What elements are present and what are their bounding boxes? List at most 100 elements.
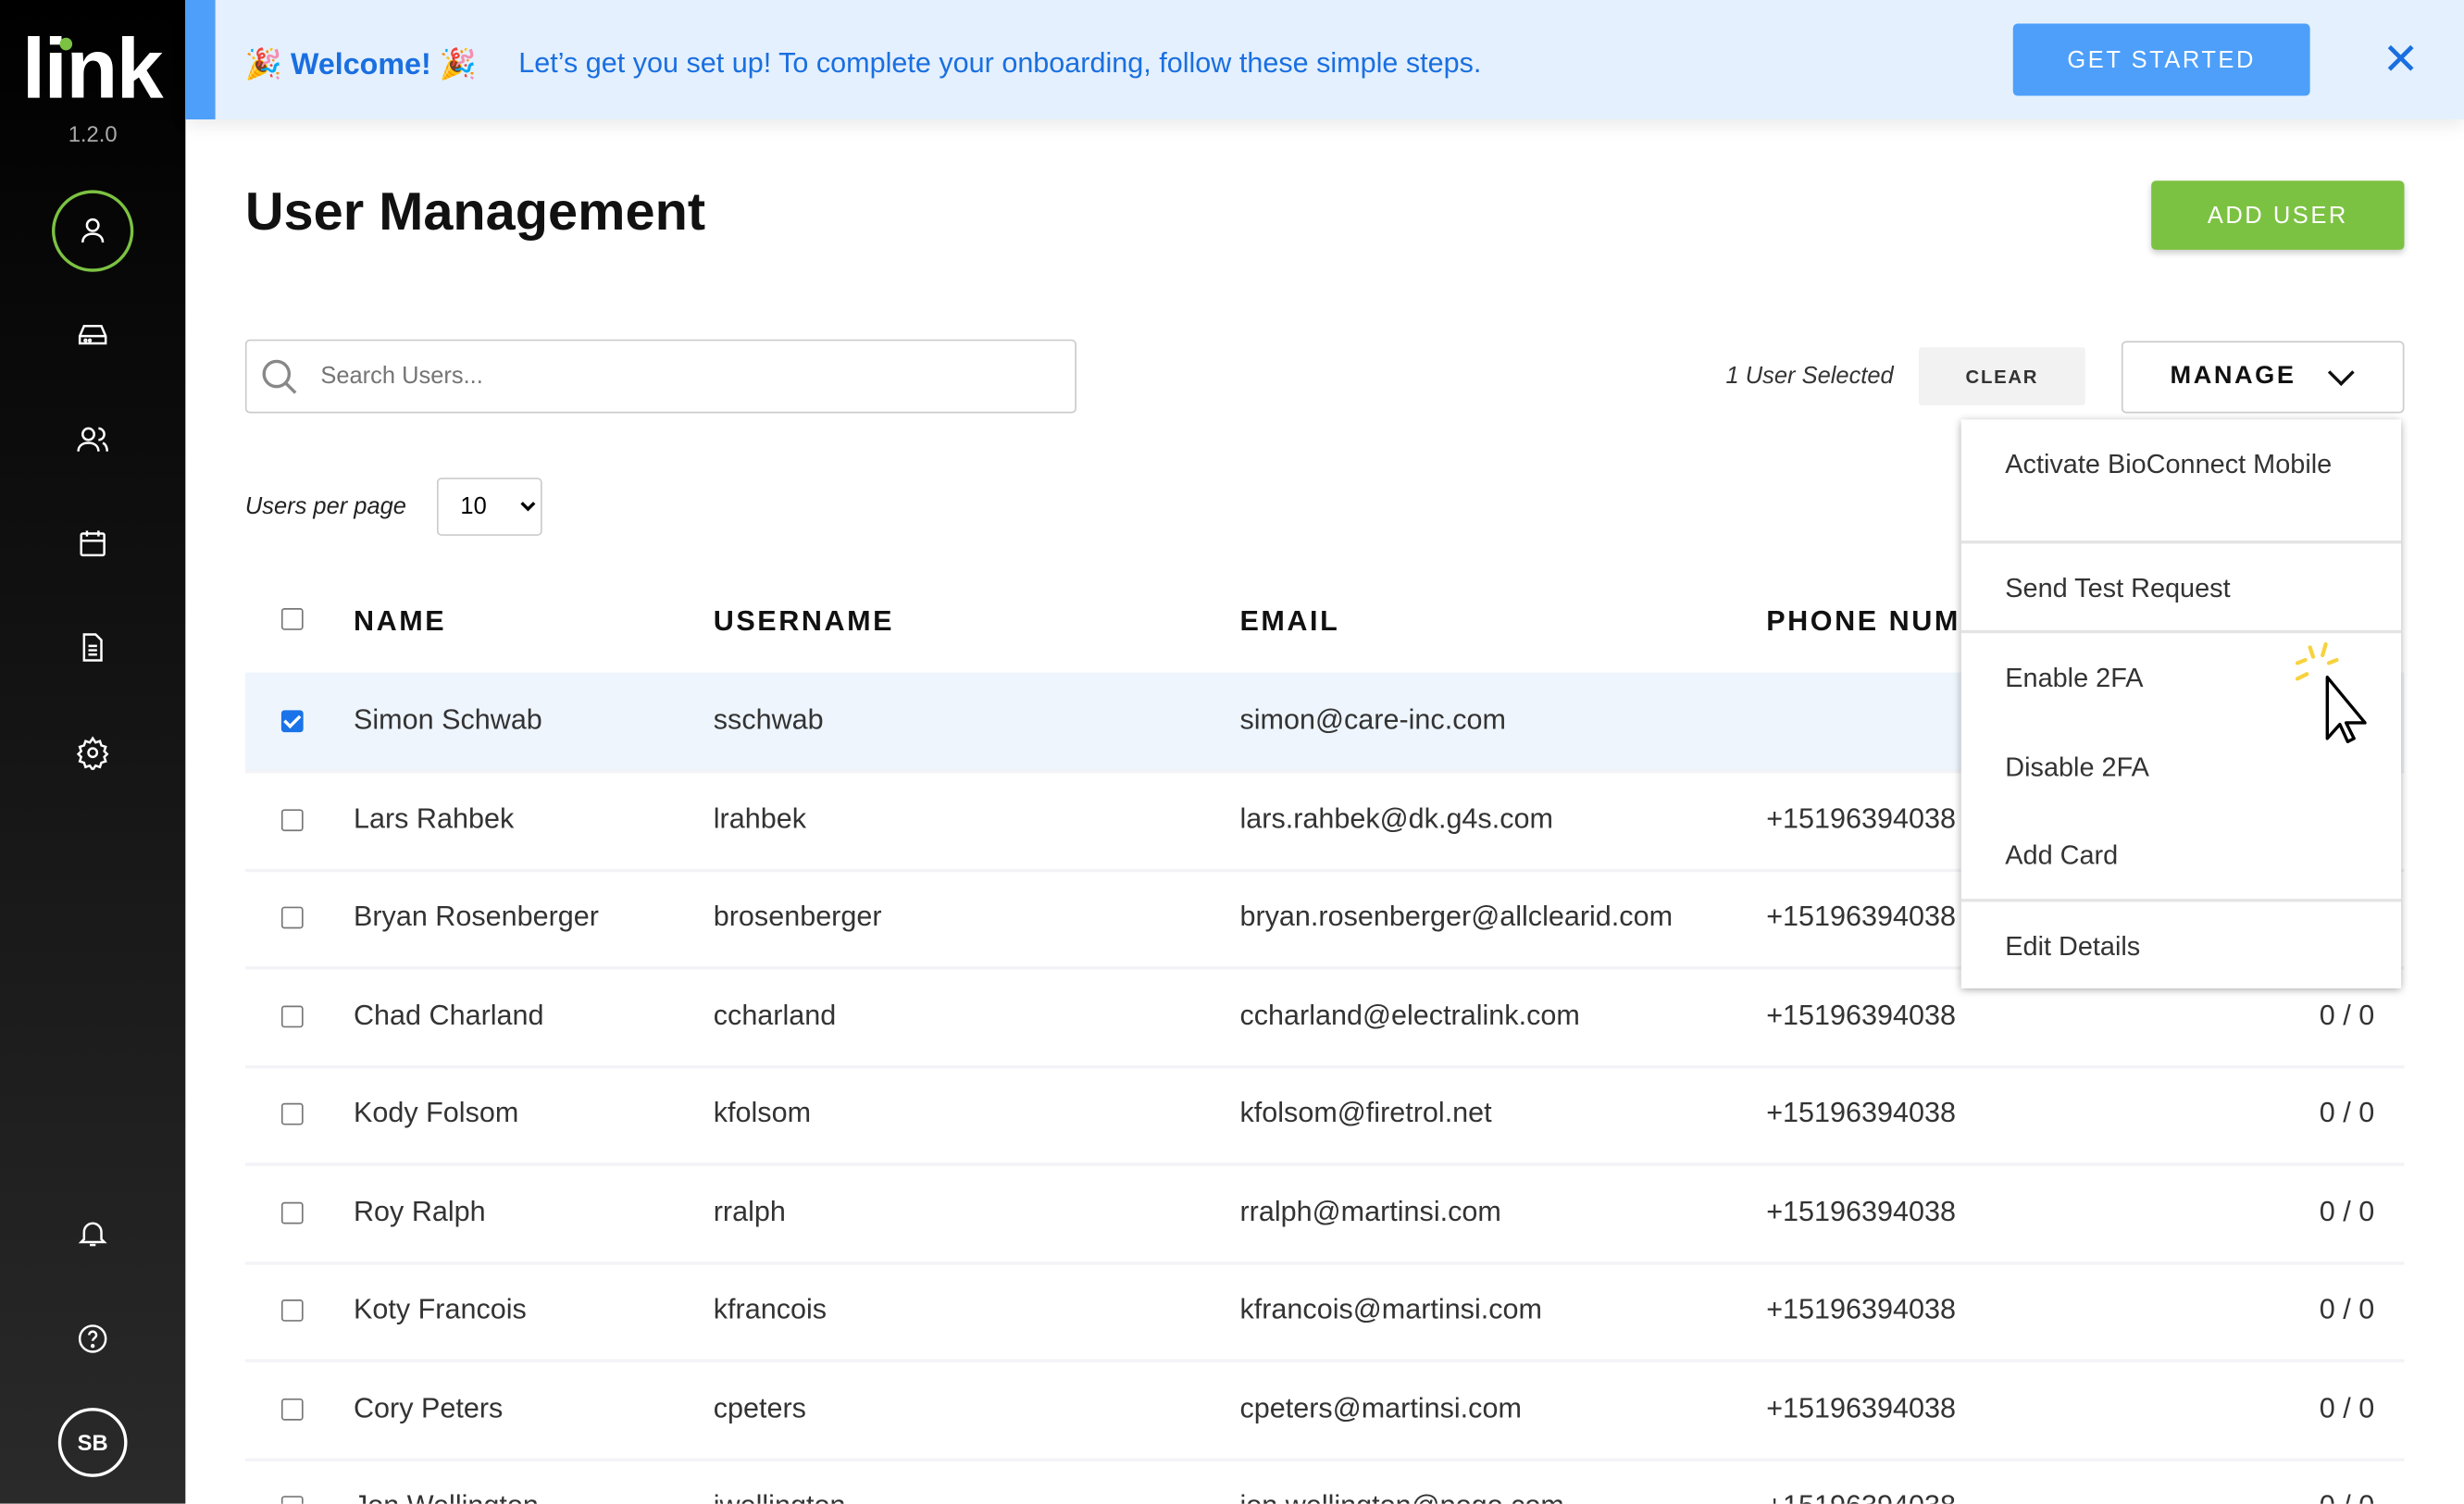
cell-email: rralph@martinsi.com: [1239, 1195, 1501, 1227]
cell-phone: +15196394038: [1766, 1096, 1957, 1128]
settings-icon: [76, 736, 109, 770]
cell-phone: +15196394038: [1766, 1391, 1957, 1423]
column-name[interactable]: NAME: [354, 605, 446, 639]
cell-name: Chad Charland: [353, 998, 544, 1030]
row-checkbox[interactable]: [280, 1102, 304, 1125]
page-title: User Management: [244, 181, 706, 242]
cell-username: kfrancois: [713, 1293, 828, 1325]
banner-welcome: 🎉 Welcome! 🎉: [244, 48, 477, 82]
cell-username: kfolsom: [713, 1096, 812, 1128]
cell-name: Koty Francois: [353, 1293, 527, 1325]
nav-notifications[interactable]: [52, 1193, 133, 1274]
clear-button[interactable]: CLEAR: [1918, 347, 2085, 406]
row-checkbox[interactable]: [280, 710, 304, 733]
cell-username: lrahbek: [713, 802, 806, 834]
row-checkbox[interactable]: [280, 906, 304, 929]
cell-phone: +15196394038: [1766, 998, 1957, 1030]
cell-count: 0 / 0: [2319, 1391, 2375, 1423]
add-user-button[interactable]: ADD USER: [2151, 180, 2405, 250]
row-checkbox[interactable]: [280, 1200, 304, 1224]
select-all-checkbox[interactable]: [280, 608, 304, 630]
divider: [1960, 629, 2402, 634]
cell-count: 0 / 0: [2319, 1293, 2375, 1325]
version-label: 1.2.0: [68, 120, 118, 146]
table-row[interactable]: Koty Francois kfrancois kfrancois@martin…: [244, 1262, 2405, 1362]
table-row[interactable]: Jon Wellington jwellington jon.wellingto…: [245, 1458, 2405, 1504]
user-icon: [81, 218, 105, 243]
cell-name: Lars Rahbek: [353, 802, 515, 834]
cursor-icon: [2295, 641, 2367, 744]
cell-name: Cory Peters: [353, 1391, 504, 1423]
nav-help[interactable]: [52, 1298, 133, 1379]
cell-name: Roy Ralph: [353, 1195, 486, 1227]
search-icon: [262, 358, 297, 393]
selected-count: 1 User Selected: [1725, 363, 1894, 391]
manage-label: MANAGE: [2170, 363, 2296, 391]
row-checkbox[interactable]: [280, 808, 304, 831]
nav-users-profile[interactable]: [52, 190, 134, 272]
calendar-icon: [80, 530, 106, 557]
column-email[interactable]: EMAIL: [1239, 605, 1339, 639]
cell-phone: +15196394038: [1766, 900, 1957, 932]
menu-item-add-card[interactable]: Add Card: [2005, 839, 2118, 873]
divider: [1960, 541, 2402, 544]
drive-icon: [78, 325, 107, 345]
search-field[interactable]: [244, 339, 1076, 414]
cell-count: 0 / 0: [2319, 1195, 2375, 1227]
cell-email: ccharland@electralink.com: [1239, 998, 1580, 1030]
users-icon: [77, 427, 108, 452]
cell-email: kfrancois@martinsi.com: [1239, 1293, 1543, 1325]
cell-name: Bryan Rosenberger: [353, 900, 599, 932]
row-checkbox[interactable]: [280, 1299, 304, 1322]
menu-item-send-test-request[interactable]: Send Test Request: [2005, 572, 2230, 605]
cell-email: lars.rahbek@dk.g4s.com: [1239, 802, 1553, 834]
search-input[interactable]: [317, 361, 1015, 392]
column-username[interactable]: USERNAME: [714, 605, 894, 639]
column-phone[interactable]: PHONE NUM: [1766, 605, 1960, 639]
onboarding-banner: 🎉 Welcome! 🎉 Let’s get you set up! To co…: [185, 0, 2464, 120]
get-started-button[interactable]: GET STARTED: [2012, 23, 2310, 96]
cell-email: jon.wellington@pogo.com: [1239, 1489, 1563, 1503]
banner-message: Let’s get you set up! To complete your o…: [518, 46, 1482, 79]
cell-username: jwellington: [714, 1489, 846, 1503]
cell-email: simon@care-inc.com: [1239, 703, 1506, 736]
menu-item-enable-2fa[interactable]: Enable 2FA: [2005, 662, 2143, 695]
help-icon: [78, 1324, 107, 1353]
bell-icon: [78, 1222, 107, 1247]
nav-devices[interactable]: [52, 293, 133, 375]
cell-phone: +15196394038: [1766, 1293, 1957, 1325]
banner-accent: [185, 0, 216, 120]
cell-phone: +15196394038: [1766, 802, 1957, 834]
nav-reports[interactable]: [52, 606, 133, 688]
sidebar: link 1.2.0 SB: [0, 0, 186, 1504]
cell-username: ccharland: [713, 998, 837, 1030]
nav-schedule[interactable]: [52, 503, 133, 584]
table-row[interactable]: Cory Peters cpeters cpeters@martinsi.com…: [244, 1360, 2405, 1461]
menu-item-activate-bioconnect[interactable]: Activate BioConnect Mobile: [2005, 448, 2350, 481]
divider: [1960, 899, 2402, 902]
nav-groups[interactable]: [52, 399, 133, 480]
table-row[interactable]: Roy Ralph rralph rralph@martinsi.com +15…: [244, 1163, 2405, 1264]
document-icon: [82, 633, 103, 662]
row-checkbox[interactable]: [280, 1496, 304, 1504]
row-checkbox[interactable]: [280, 1004, 304, 1027]
cell-phone: +15196394038: [1766, 1195, 1957, 1227]
cell-username: sschwab: [713, 703, 824, 736]
cell-count: 0 / 0: [2288, 1489, 2374, 1503]
row-checkbox[interactable]: [280, 1398, 304, 1420]
cell-email: bryan.rosenberger@allclearid.com: [1239, 900, 1674, 932]
table-row[interactable]: Kody Folsom kfolsom kfolsom@firetrol.net…: [244, 1065, 2405, 1166]
cell-username: rralph: [713, 1195, 786, 1227]
cell-name: Jon Wellington: [354, 1489, 539, 1503]
cell-email: cpeters@martinsi.com: [1239, 1391, 1522, 1423]
nav-settings[interactable]: [52, 712, 133, 793]
close-icon[interactable]: ✕: [2383, 37, 2420, 82]
chevron-down-icon: [2328, 359, 2355, 387]
cell-username: cpeters: [713, 1391, 806, 1423]
menu-item-edit-details[interactable]: Edit Details: [2005, 930, 2140, 963]
per-page-label: Users per page: [244, 493, 406, 520]
avatar[interactable]: SB: [57, 1408, 128, 1477]
menu-item-disable-2fa[interactable]: Disable 2FA: [2005, 752, 2149, 785]
per-page-select[interactable]: 10: [436, 478, 542, 536]
manage-dropdown[interactable]: MANAGE: [2121, 341, 2405, 414]
